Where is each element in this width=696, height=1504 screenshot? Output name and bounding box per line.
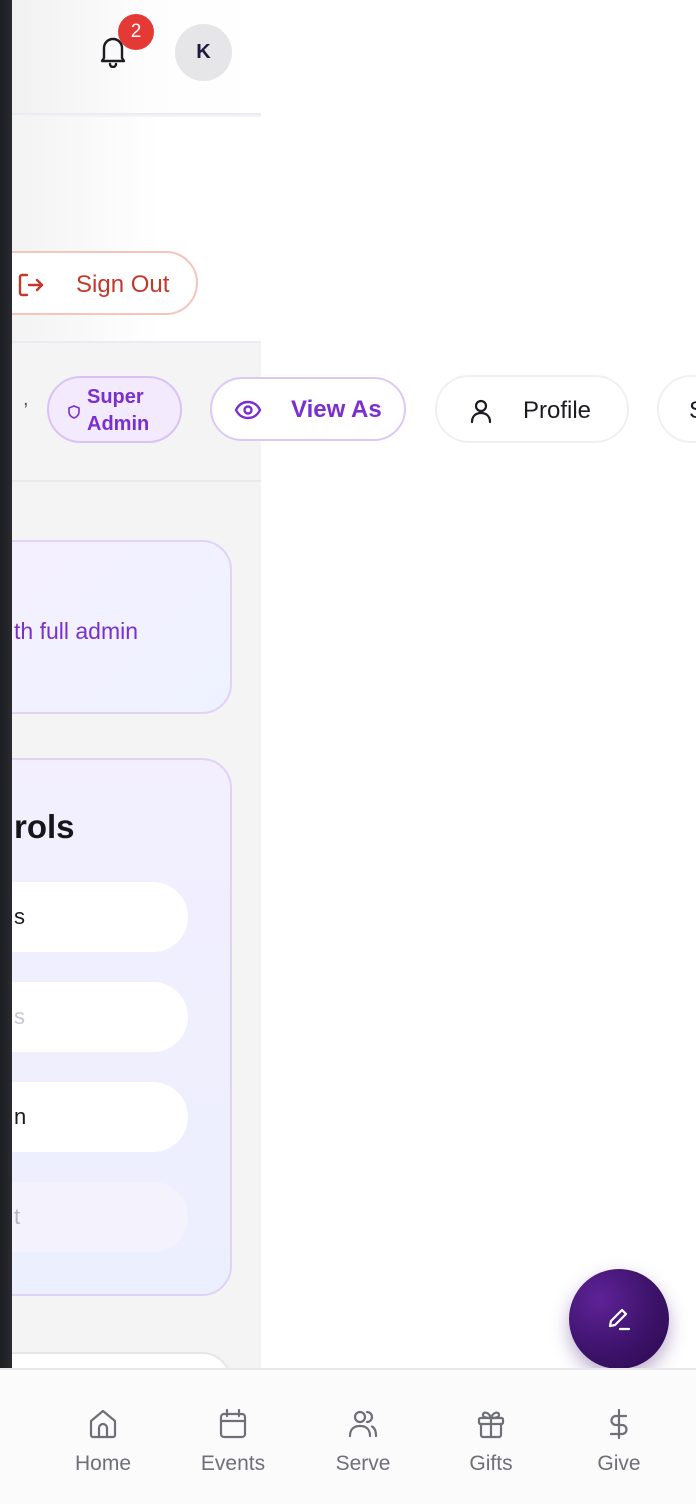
control-item[interactable]: s — [12, 982, 188, 1052]
notification-badge: 2 — [118, 14, 154, 50]
admin-controls-card: rols s s n t — [12, 758, 232, 1296]
profile-button[interactable]: Profile — [435, 375, 629, 443]
nav-events-label: Events — [200, 1452, 266, 1475]
control-item[interactable]: s — [12, 882, 188, 952]
settings-button[interactable]: S — [657, 375, 696, 443]
view-as-label: View As — [291, 396, 382, 423]
nav-events[interactable]: Events — [178, 1370, 288, 1504]
role-label-line2: Admin — [87, 413, 150, 435]
control-item[interactable]: n — [12, 1082, 188, 1152]
admin-info-card: th full admin — [12, 540, 232, 714]
drawer-profile-section: Sign Out — [12, 117, 261, 343]
super-admin-badge: Super Admin — [47, 376, 182, 443]
shield-icon — [68, 405, 80, 419]
admin-info-text: th full admin — [14, 618, 139, 644]
control-item-label: n — [14, 1104, 27, 1129]
nav-give[interactable]: Give — [564, 1370, 674, 1504]
settings-label: S — [689, 397, 696, 425]
sign-out-icon — [18, 273, 44, 297]
profile-label: Profile — [523, 397, 592, 424]
nav-home-label: Home — [74, 1452, 132, 1475]
nav-home[interactable]: Home — [48, 1370, 158, 1504]
control-item-label: s — [14, 904, 25, 929]
nav-gifts[interactable]: Gifts — [436, 1370, 546, 1504]
sign-out-label: Sign Out — [76, 271, 170, 298]
bottom-nav: Home Events Serve Gifts Give — [0, 1368, 696, 1504]
compose-fab[interactable] — [569, 1269, 669, 1369]
dollar-icon — [609, 1408, 628, 1440]
backdrop-edge — [0, 0, 12, 1504]
nav-serve-label: Serve — [335, 1452, 391, 1475]
role-label-line1: Super — [87, 386, 144, 408]
calendar-icon — [219, 1408, 247, 1439]
eye-icon — [234, 400, 262, 420]
control-item-label: t — [14, 1204, 21, 1229]
control-item-label: s — [14, 1004, 25, 1029]
gift-icon — [477, 1411, 505, 1439]
user-icon — [470, 399, 492, 424]
divider — [12, 480, 261, 482]
name-separator: , — [23, 388, 29, 410]
nav-gifts-label: Gifts — [469, 1452, 513, 1475]
pen-icon — [608, 1308, 631, 1331]
drawer-bottom-card — [12, 1352, 232, 1368]
avatar[interactable]: K — [175, 24, 232, 81]
nav-give-label: Give — [597, 1452, 641, 1475]
users-icon — [348, 1410, 378, 1438]
app-screen: 2 K Sign Out th full admin rols s s n t … — [0, 0, 696, 1504]
sign-out-button[interactable]: Sign Out — [12, 251, 198, 315]
side-drawer: 2 K Sign Out th full admin rols s s n t — [12, 0, 261, 1368]
control-item[interactable]: t — [12, 1182, 188, 1252]
home-icon — [89, 1409, 117, 1439]
admin-controls-title: rols — [14, 808, 75, 845]
view-as-button[interactable]: View As — [210, 377, 406, 441]
nav-serve[interactable]: Serve — [308, 1370, 418, 1504]
drawer-header: 2 K — [12, 0, 261, 115]
